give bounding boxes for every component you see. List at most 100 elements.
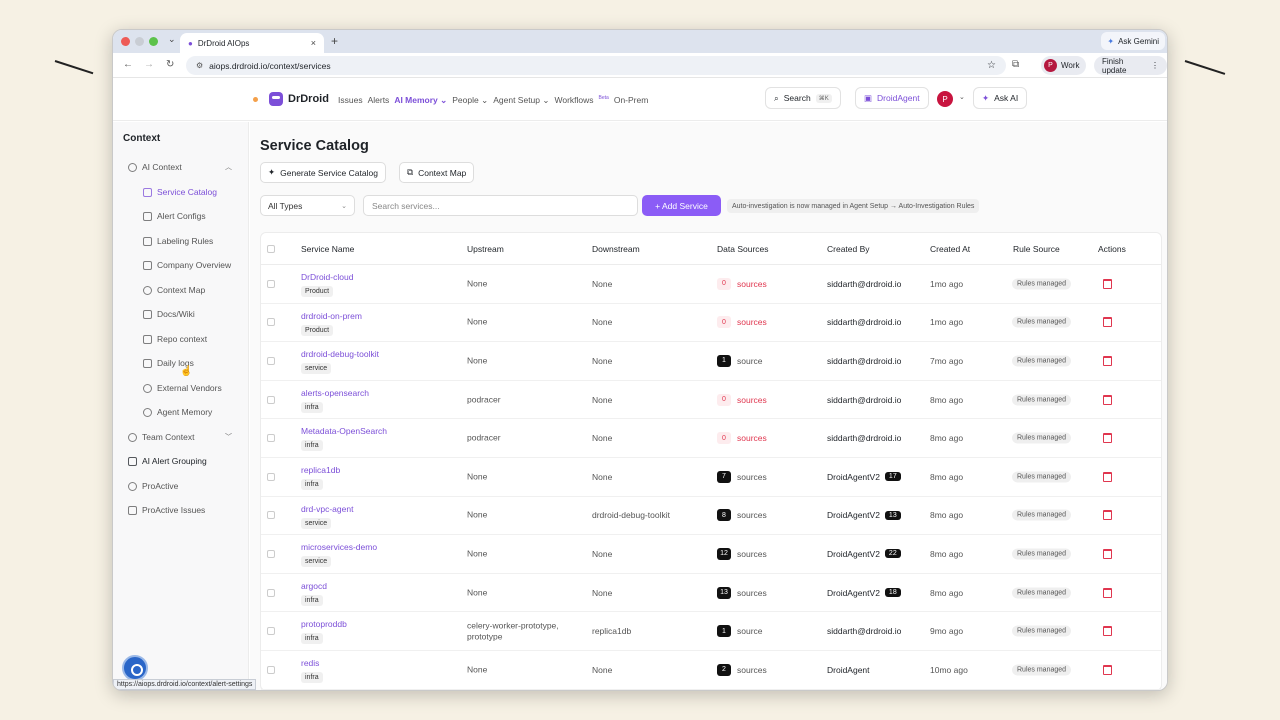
sidebar-item-team-context[interactable]: Team Context ﹀ — [128, 430, 232, 444]
nav-workflows[interactable]: Workflows Beta — [555, 95, 609, 106]
extensions-icon[interactable]: ⧉ — [1012, 59, 1019, 70]
data-sources-cell[interactable]: 1 source — [717, 354, 763, 367]
trash-icon[interactable] — [1103, 587, 1112, 598]
trash-icon[interactable] — [1103, 471, 1112, 482]
nav-alerts[interactable]: Alerts — [368, 95, 390, 106]
row-checkbox[interactable] — [267, 549, 275, 558]
table-row[interactable]: redis infra None None 2 sources DroidAgent 10mo… — [261, 651, 1161, 690]
row-checkbox[interactable] — [267, 472, 275, 481]
row-checkbox[interactable] — [267, 318, 275, 327]
col-upstream[interactable]: Upstream — [467, 244, 504, 254]
trash-icon[interactable] — [1103, 433, 1112, 444]
data-sources-cell[interactable]: 0 sources — [717, 277, 767, 290]
sidebar-item-ai-alert-grouping[interactable]: AI Alert Grouping — [128, 454, 207, 468]
nav-people[interactable]: People ⌄ — [452, 95, 488, 106]
table-row[interactable]: Metadata-OpenSearch infra podracer None 0 sou… — [261, 419, 1161, 458]
table-row[interactable]: microservices-demo service None None 12 sourc… — [261, 535, 1161, 574]
sidebar-item-external-vendors[interactable]: External Vendors — [143, 381, 222, 395]
trash-icon[interactable] — [1103, 626, 1112, 637]
service-name-link[interactable]: microservices-demo — [301, 542, 377, 552]
service-name-link[interactable]: argocd — [301, 581, 327, 591]
table-row[interactable]: alerts-opensearch infra podracer None 0 sourc… — [261, 381, 1161, 420]
sidebar-item-context-map[interactable]: Context Map — [143, 283, 205, 297]
service-name-link[interactable]: protoproddb — [301, 619, 347, 629]
trash-icon[interactable] — [1103, 355, 1112, 366]
droidagent-button[interactable]: ▣ DroidAgent — [855, 87, 929, 109]
site-info-icon[interactable]: ⚙ — [196, 61, 203, 70]
row-checkbox[interactable] — [267, 356, 275, 365]
data-sources-cell[interactable]: 0 sources — [717, 316, 767, 329]
avatar-chevron-icon[interactable]: ⌄ — [959, 93, 965, 101]
sidebar-item-company-overview[interactable]: Company Overview — [143, 258, 231, 272]
type-filter-select[interactable]: All Types ⌄ — [260, 195, 355, 216]
service-name-link[interactable]: drd-vpc-agent — [301, 504, 353, 514]
bookmark-star-icon[interactable]: ☆ — [987, 60, 996, 71]
col-downstream[interactable]: Downstream — [592, 244, 640, 254]
table-row[interactable]: drd-vpc-agent service None drdroid-debug-to… — [261, 497, 1161, 536]
service-name-link[interactable]: alerts-opensearch — [301, 388, 369, 398]
trash-icon[interactable] — [1103, 664, 1112, 675]
data-sources-cell[interactable]: 1 source — [717, 625, 763, 638]
col-data-sources[interactable]: Data Sources — [717, 244, 769, 254]
service-name-link[interactable]: replica1db — [301, 465, 340, 475]
trash-icon[interactable] — [1103, 394, 1112, 405]
table-row[interactable]: drdroid-on-prem Product None None 0 sources si… — [261, 304, 1161, 343]
back-icon[interactable]: ← — [123, 59, 133, 70]
row-checkbox[interactable] — [267, 511, 275, 520]
select-all-checkbox[interactable] — [267, 244, 275, 253]
data-sources-cell[interactable]: 12 sources — [717, 547, 767, 560]
data-sources-cell[interactable]: 0 sources — [717, 432, 767, 445]
context-map-button[interactable]: ⧉ Context Map — [399, 162, 475, 183]
service-name-link[interactable]: drdroid-on-prem — [301, 311, 362, 321]
search-services-input[interactable]: Search services... — [363, 195, 638, 216]
search-button[interactable]: ⌕ Search ⌘K — [765, 87, 841, 109]
nav-agent-setup[interactable]: Agent Setup ⌄ — [493, 95, 549, 106]
col-created-by[interactable]: Created By — [827, 244, 870, 254]
row-checkbox[interactable] — [267, 588, 275, 597]
trash-icon[interactable] — [1103, 510, 1112, 521]
sidebar-item-proactive[interactable]: ProActive — [128, 479, 178, 493]
sidebar-item-agent-memory[interactable]: Agent Memory — [143, 405, 212, 419]
data-sources-cell[interactable]: 0 sources — [717, 393, 767, 406]
col-service-name[interactable]: Service Name — [301, 244, 354, 254]
data-sources-cell[interactable]: 13 sources — [717, 586, 767, 599]
browser-tab[interactable]: ● DrDroid AIOps × — [180, 33, 324, 53]
brand-logo[interactable]: DrDroid — [253, 92, 329, 106]
close-tab-icon[interactable]: × — [311, 38, 316, 48]
ask-ai-button[interactable]: ✦ Ask AI — [973, 87, 1028, 109]
row-checkbox[interactable] — [267, 279, 275, 288]
data-sources-cell[interactable]: 2 sources — [717, 663, 767, 676]
sidebar-item-repo-context[interactable]: Repo context — [143, 332, 207, 346]
add-service-button[interactable]: + Add Service — [642, 195, 721, 216]
trash-icon[interactable] — [1103, 278, 1112, 289]
ask-gemini-button[interactable]: ✦ Ask Gemini — [1101, 32, 1165, 50]
new-tab-button[interactable]: + — [331, 34, 338, 48]
table-row[interactable]: replica1db infra None None 7 sources DroidAgen… — [261, 458, 1161, 497]
service-name-link[interactable]: drdroid-debug-toolkit — [301, 349, 379, 359]
url-field[interactable]: ⚙ aiops.drdroid.io/context/services ☆ — [186, 56, 1006, 75]
minimize-window-button[interactable] — [135, 37, 144, 46]
service-name-link[interactable]: redis — [301, 658, 323, 668]
trash-icon[interactable] — [1103, 548, 1112, 559]
finish-update-button[interactable]: Finish update ⋮ — [1094, 56, 1167, 75]
sidebar-item-service-catalog[interactable]: Service Catalog — [143, 185, 217, 199]
table-row[interactable]: protoproddb infra celery-worker-prototype,… — [261, 612, 1161, 651]
table-row[interactable]: drdroid-debug-toolkit service None None 1 sou… — [261, 342, 1161, 381]
row-checkbox[interactable] — [267, 665, 275, 674]
col-created-at[interactable]: Created At — [930, 244, 970, 254]
nav-ai-memory[interactable]: AI Memory ⌄ — [394, 95, 447, 106]
row-checkbox[interactable] — [267, 434, 275, 443]
profile-button[interactable]: P Work — [1041, 56, 1086, 75]
data-sources-cell[interactable]: 7 sources — [717, 470, 767, 483]
data-sources-cell[interactable]: 8 sources — [717, 509, 767, 522]
nav-on-prem[interactable]: On-Prem — [614, 95, 648, 106]
sidebar-item-alert-configs[interactable]: Alert Configs — [143, 209, 206, 223]
user-avatar[interactable]: P — [937, 91, 953, 107]
col-rule-source[interactable]: Rule Source — [1013, 244, 1060, 254]
service-name-link[interactable]: DrDroid-cloud — [301, 272, 353, 282]
reload-icon[interactable]: ↻ — [166, 59, 174, 70]
sidebar-item-docs-wiki[interactable]: Docs/Wiki — [143, 307, 195, 321]
sidebar-item-proactive-issues[interactable]: ProActive Issues — [128, 503, 205, 517]
row-checkbox[interactable] — [267, 627, 275, 636]
sidebar-item-labeling-rules[interactable]: Labeling Rules — [143, 234, 213, 248]
